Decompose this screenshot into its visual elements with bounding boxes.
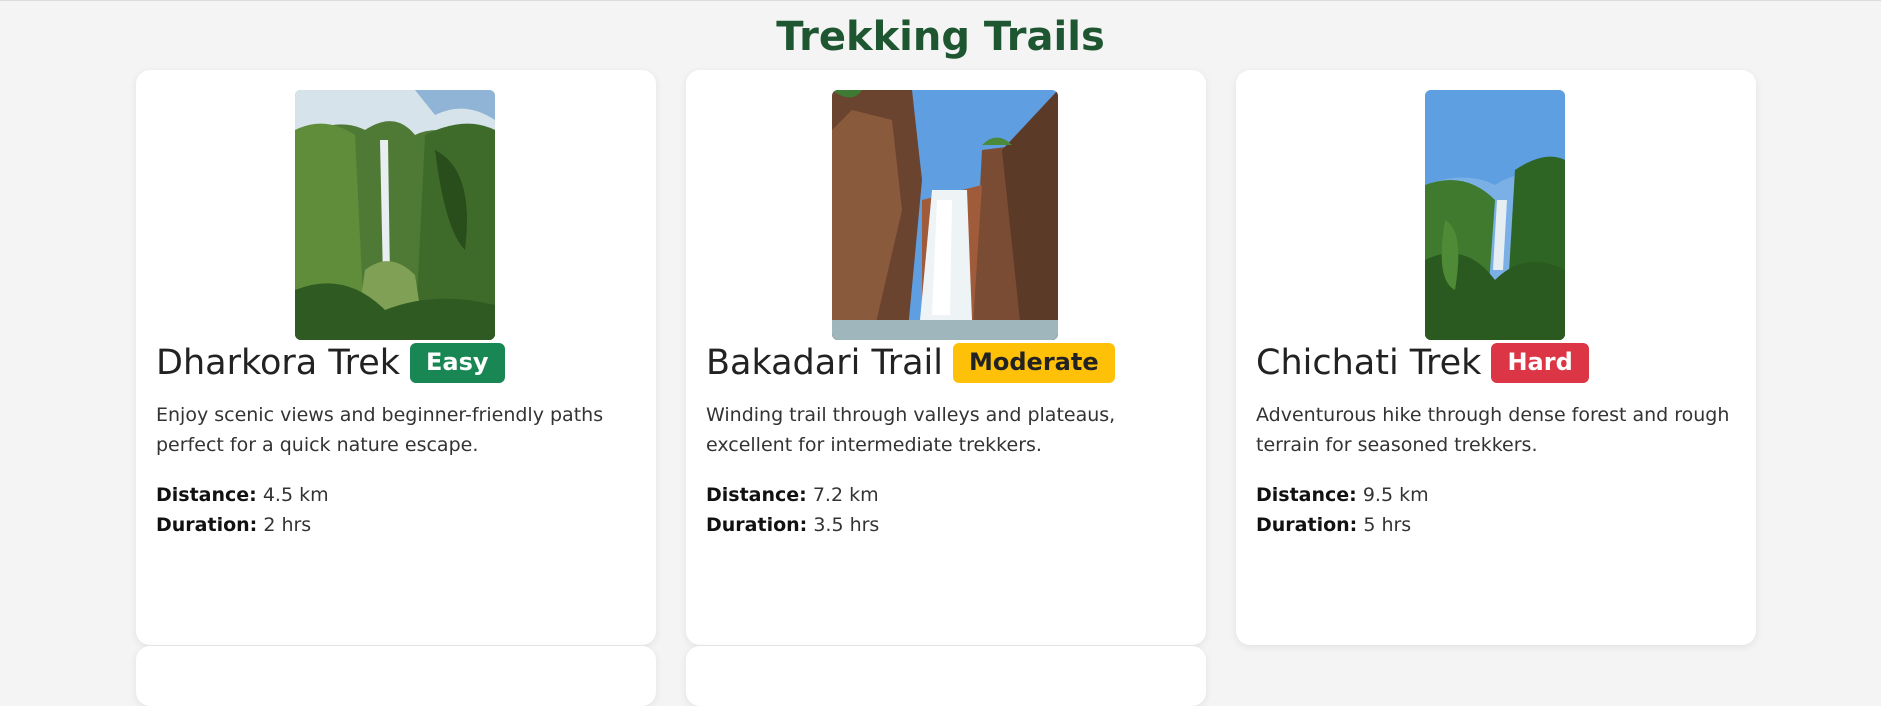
trail-heading: Dharkora Trek Easy bbox=[156, 343, 505, 383]
trail-card-next-2[interactable] bbox=[686, 646, 1206, 706]
trail-card-bakadari[interactable]: Bakadari Trail Moderate Winding trail th… bbox=[686, 70, 1206, 645]
trail-name: Dharkora Trek bbox=[156, 343, 401, 383]
trail-name: Chichati Trek bbox=[1256, 343, 1482, 383]
duration-label: Duration: bbox=[1256, 514, 1358, 536]
top-divider bbox=[0, 0, 1881, 1]
distance-row: Distance: 9.5 km bbox=[1256, 480, 1429, 510]
difficulty-badge: Easy bbox=[410, 343, 505, 383]
difficulty-badge: Moderate bbox=[953, 343, 1115, 383]
trail-stats: Distance: 4.5 km Duration: 2 hrs bbox=[156, 480, 329, 540]
trail-image-dharkora bbox=[295, 90, 495, 340]
distance-label: Distance: bbox=[1256, 484, 1357, 506]
duration-value: 5 hrs bbox=[1363, 514, 1412, 536]
trail-card-next-1[interactable] bbox=[136, 646, 656, 706]
duration-label: Duration: bbox=[156, 514, 258, 536]
trail-description: Enjoy scenic views and beginner-friendly… bbox=[156, 404, 604, 456]
trail-description: Winding trail through valleys and platea… bbox=[706, 404, 1116, 456]
distance-row: Distance: 4.5 km bbox=[156, 480, 329, 510]
duration-row: Duration: 3.5 hrs bbox=[706, 510, 879, 540]
duration-value: 2 hrs bbox=[263, 514, 312, 536]
trail-heading: Chichati Trek Hard bbox=[1256, 343, 1589, 383]
page-title: Trekking Trails bbox=[776, 14, 1105, 60]
duration-value: 3.5 hrs bbox=[813, 514, 880, 536]
trail-image-chichati bbox=[1425, 90, 1565, 340]
distance-value: 7.2 km bbox=[812, 484, 879, 506]
trail-card-chichati[interactable]: Chichati Trek Hard Adventurous hike thro… bbox=[1236, 70, 1756, 645]
trail-stats: Distance: 9.5 km Duration: 5 hrs bbox=[1256, 480, 1429, 540]
distance-value: 9.5 km bbox=[1362, 484, 1429, 506]
duration-label: Duration: bbox=[706, 514, 808, 536]
trail-name: Bakadari Trail bbox=[706, 343, 943, 383]
difficulty-badge: Hard bbox=[1491, 343, 1589, 383]
trail-description: Adventurous hike through dense forest an… bbox=[1256, 404, 1730, 456]
trail-heading: Bakadari Trail Moderate bbox=[706, 343, 1115, 383]
distance-row: Distance: 7.2 km bbox=[706, 480, 879, 510]
trail-image-bakadari bbox=[832, 90, 1058, 340]
distance-label: Distance: bbox=[156, 484, 257, 506]
distance-value: 4.5 km bbox=[262, 484, 329, 506]
duration-row: Duration: 5 hrs bbox=[1256, 510, 1429, 540]
trail-stats: Distance: 7.2 km Duration: 3.5 hrs bbox=[706, 480, 879, 540]
trail-card-dharkora[interactable]: Dharkora Trek Easy Enjoy scenic views an… bbox=[136, 70, 656, 645]
duration-row: Duration: 2 hrs bbox=[156, 510, 329, 540]
distance-label: Distance: bbox=[706, 484, 807, 506]
